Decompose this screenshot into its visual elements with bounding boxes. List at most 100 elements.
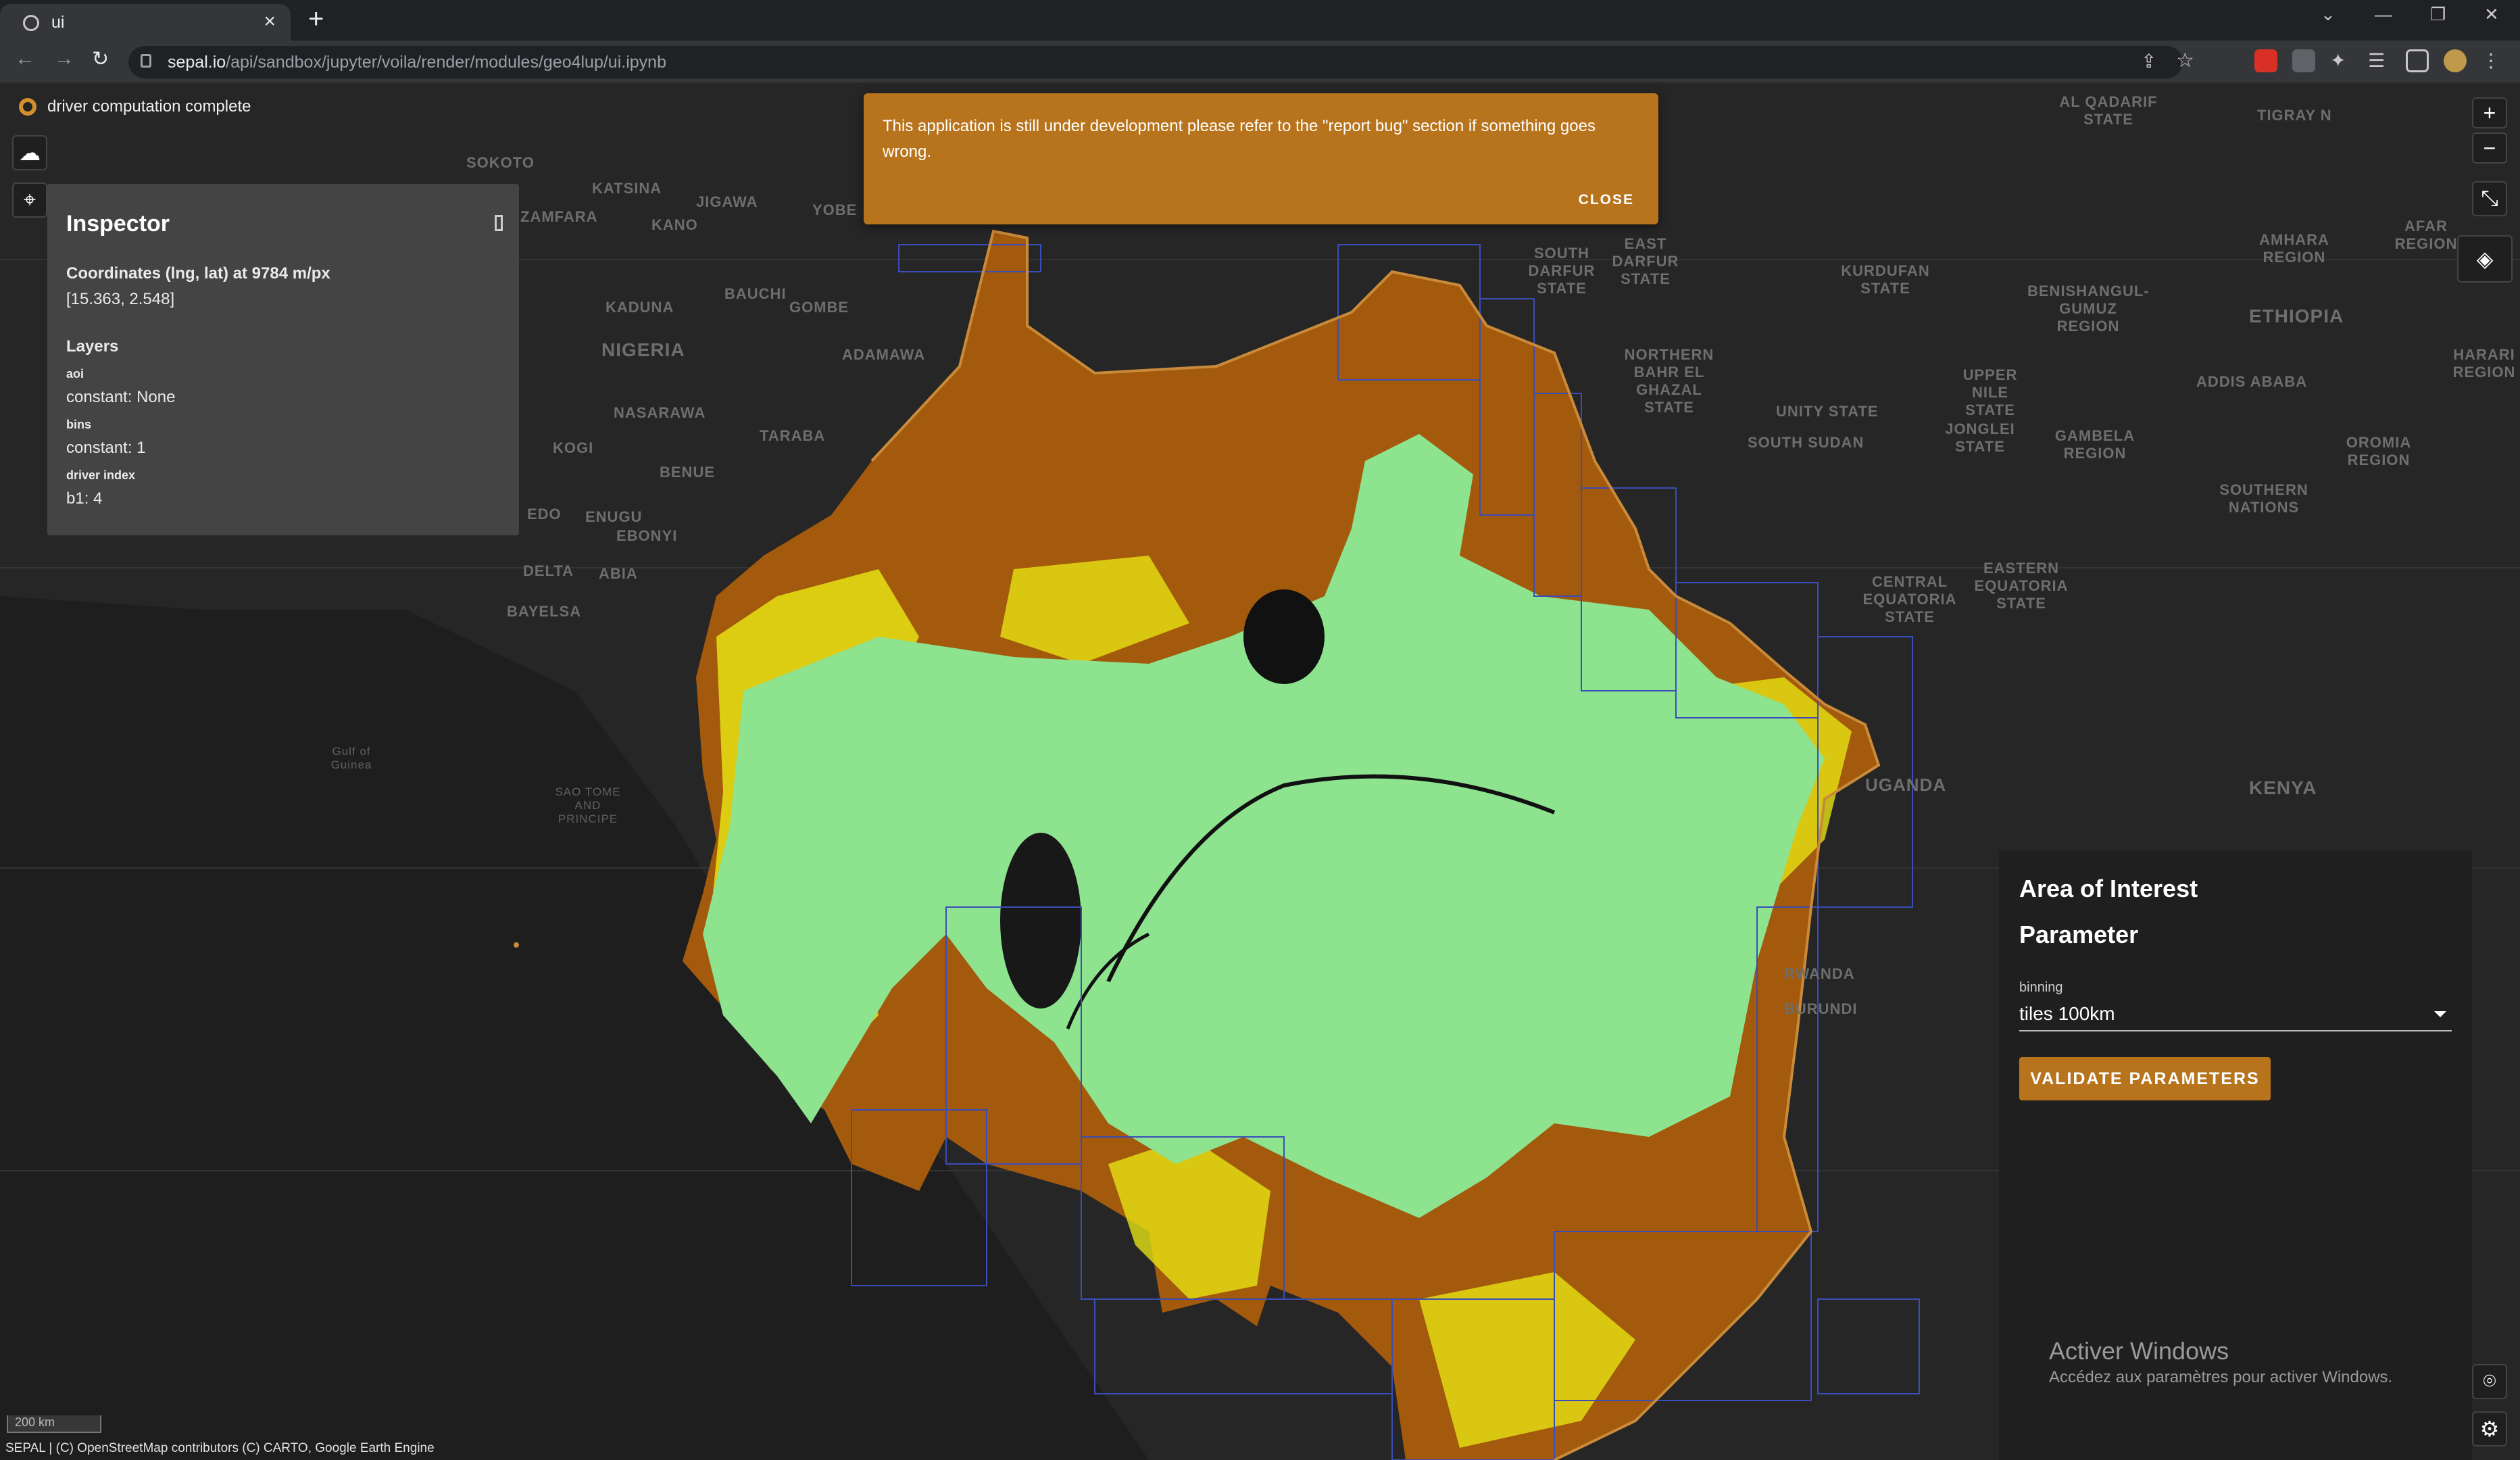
- browser-tab[interactable]: ui ×: [0, 4, 291, 41]
- scale-bar: 200 km: [7, 1415, 101, 1433]
- cloud-download-icon[interactable]: ☁: [12, 135, 47, 170]
- map-label: ETHIOPIA: [2249, 306, 2344, 326]
- map-label: BENISHANGUL-GUMUZ REGION: [2027, 283, 2150, 335]
- validate-parameters-button[interactable]: VALIDATE PARAMETERS: [2019, 1057, 2271, 1100]
- layer-value: constant: 1: [66, 439, 146, 457]
- map-label: ZAMFARA: [520, 208, 598, 225]
- url-path: /api/sandbox/jupyter/voila/render/module…: [226, 53, 666, 72]
- lock-icon: [141, 54, 151, 68]
- map-label: AMHARA REGION: [2259, 231, 2329, 266]
- map-label: NIGERIA: [601, 339, 685, 360]
- binning-select[interactable]: tiles 100km: [2019, 998, 2452, 1031]
- browser-toolbar: ← → ↻ sepal.io/api/sandbox/jupyter/voila…: [0, 41, 2520, 82]
- map-label: BENUE: [660, 464, 716, 481]
- map-label: RWANDA: [1784, 965, 1855, 982]
- status-text: driver computation complete: [47, 97, 251, 116]
- map-label: GOMBE: [789, 299, 849, 316]
- parameter-panel: Area of Interest Parameter binning tiles…: [1999, 850, 2472, 1460]
- map-label: UNITY STATE: [1776, 403, 1879, 420]
- map-label: OROMIA REGION: [2346, 434, 2412, 468]
- parameter-title[interactable]: Parameter: [2019, 921, 2138, 949]
- map-label: Gulf of Guinea: [330, 745, 372, 771]
- url-text: sepal.io/api/sandbox/jupyter/voila/rende…: [168, 53, 666, 72]
- map-label: SOUTH SUDAN: [1748, 434, 1864, 451]
- menu-icon[interactable]: ⋮: [2481, 49, 2504, 72]
- map-label: KOGI: [553, 439, 594, 456]
- map-label: DELTA: [523, 562, 574, 579]
- map-label: HARARI REGION: [2452, 346, 2516, 381]
- status-indicator: driver computation complete: [19, 97, 251, 116]
- banner-close-button[interactable]: CLOSE: [1579, 192, 1634, 208]
- new-tab-button[interactable]: +: [308, 4, 324, 34]
- no-data-patch: [1243, 589, 1325, 684]
- puzzle-icon[interactable]: ✦: [2330, 49, 2353, 72]
- layer-name: aoi: [66, 367, 84, 381]
- window-close-icon[interactable]: ✕: [2484, 4, 2499, 25]
- zoom-in-button[interactable]: +: [2472, 97, 2507, 128]
- url-host: sepal.io: [168, 53, 226, 72]
- binning-value: tiles 100km: [2019, 1003, 2115, 1024]
- status-dot-icon: [19, 98, 36, 116]
- back-icon[interactable]: ←: [15, 47, 35, 70]
- dev-warning-banner: This application is still under developm…: [864, 93, 1658, 224]
- settings-gear-icon[interactable]: ⚙: [2472, 1411, 2507, 1446]
- side-panel-icon[interactable]: [2406, 49, 2429, 72]
- address-bar[interactable]: sepal.io/api/sandbox/jupyter/voila/rende…: [128, 46, 2194, 78]
- tab-search-icon[interactable]: ⌄: [2321, 4, 2336, 25]
- map-label: NASARAWA: [614, 404, 706, 421]
- island-marker: [514, 942, 519, 948]
- minimize-icon[interactable]: —: [2375, 4, 2392, 25]
- map-label: NORTHERN BAHR EL GHAZAL STATE: [1624, 346, 1714, 416]
- coordinates-heading: Coordinates (lng, lat) at 9784 m/px: [66, 264, 330, 283]
- no-data-patch: [1000, 833, 1081, 1008]
- map-label: KENYA: [2249, 777, 2317, 798]
- map-label: BAYELSA: [507, 603, 582, 620]
- inspector-close-icon[interactable]: [495, 215, 503, 231]
- map-label: SOUTHERN NATIONS: [2219, 481, 2308, 516]
- map-label: SAO TOME AND PRINCIPE: [555, 785, 621, 825]
- layers-heading: Layers: [66, 337, 119, 356]
- globe-icon: [23, 15, 39, 31]
- map-label: UPPER NILE STATE: [1962, 366, 2018, 418]
- map-label: EASTERN EQUATORIA STATE: [1974, 560, 2069, 612]
- map-label: AL QADARIF STATE: [2059, 93, 2158, 128]
- browser-tab-bar: ui × + ⌄ — ❐ ✕: [0, 0, 2520, 41]
- reading-list-icon[interactable]: ☰: [2368, 49, 2391, 72]
- map-label: KURDUFAN STATE: [1841, 262, 1930, 297]
- map-label: JIGAWA: [696, 193, 758, 210]
- extension-icon[interactable]: [2254, 49, 2277, 72]
- map-label: ADDIS ABABA: [2196, 373, 2308, 390]
- map-label: EBONYI: [616, 527, 678, 544]
- fullscreen-exit-icon[interactable]: ⤡: [2472, 181, 2507, 216]
- forward-icon[interactable]: →: [54, 47, 74, 70]
- share-icon[interactable]: ⇪: [2141, 50, 2156, 72]
- map-attribution: SEPAL | (C) OpenStreetMap contributors (…: [5, 1441, 435, 1455]
- map-pin-icon[interactable]: ⌾: [2472, 1364, 2507, 1399]
- map-label: ENUGU: [585, 508, 643, 525]
- chevron-down-icon: [2434, 1011, 2446, 1017]
- map-label: YOBE: [812, 201, 858, 218]
- map-label: JONGLEI STATE: [1945, 420, 2015, 455]
- map-label: KANO: [651, 216, 698, 233]
- map-label: ADAMAWA: [842, 346, 926, 363]
- aoi-title[interactable]: Area of Interest: [2019, 875, 2198, 903]
- map-label: UGANDA: [1865, 775, 1947, 795]
- zoom-out-button[interactable]: −: [2472, 132, 2507, 164]
- banner-message: This application is still under developm…: [883, 117, 1596, 161]
- restore-icon[interactable]: ❐: [2430, 4, 2446, 25]
- map-label: SOUTH DARFUR STATE: [1528, 245, 1596, 297]
- bookmark-star-icon[interactable]: ☆: [2176, 49, 2194, 72]
- crosshair-icon[interactable]: ⌖: [12, 182, 47, 218]
- avatar[interactable]: [2444, 49, 2467, 72]
- inspector-panel: Inspector Coordinates (lng, lat) at 9784…: [47, 184, 519, 535]
- layers-icon[interactable]: ◈: [2457, 235, 2513, 283]
- windows-activation-title: Activer Windows: [2049, 1337, 2229, 1365]
- windows-activation-subtitle: Accédez aux paramètres pour activer Wind…: [2049, 1368, 2393, 1386]
- map-label: TARABA: [760, 427, 826, 444]
- map-label: EDO: [527, 506, 562, 522]
- reload-icon[interactable]: ↻: [92, 47, 109, 71]
- layer-name: driver index: [66, 468, 136, 482]
- close-tab-icon[interactable]: ×: [264, 10, 276, 33]
- extension-icon[interactable]: [2292, 49, 2315, 72]
- map-label: KADUNA: [606, 299, 674, 316]
